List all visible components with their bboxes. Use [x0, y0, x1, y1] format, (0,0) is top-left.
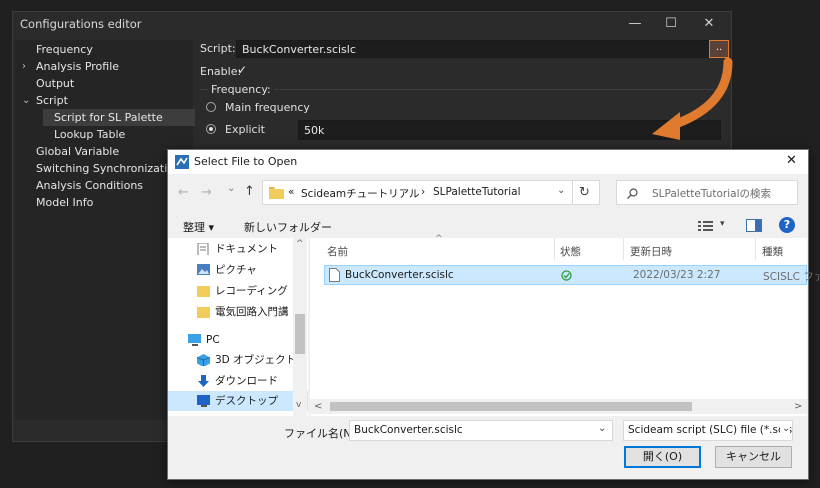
cancel-button[interactable]: キャンセル: [715, 446, 792, 468]
document-icon: [197, 243, 209, 255]
forward-button[interactable]: →: [201, 185, 212, 200]
folder-icon: [197, 307, 210, 318]
search-placeholder: SLPaletteTutorialの検索: [652, 188, 771, 200]
script-path-field[interactable]: BuckConverter.scislc: [236, 40, 710, 58]
breadcrumb-sl-palette-tutorial[interactable]: SLPaletteTutorial: [433, 186, 520, 198]
title-bar: Configurations editor — ☐ ✕: [13, 12, 731, 37]
tree-item-frequency[interactable]: Frequency: [36, 41, 93, 58]
script-label: Script:: [200, 42, 236, 55]
pc-icon: [188, 334, 201, 346]
frequency-group-label: Frequency:: [208, 83, 274, 96]
organize-menu[interactable]: 整理 ▾: [183, 219, 214, 235]
view-options-icon[interactable]: [698, 220, 714, 232]
breadcrumb-separator: ›: [421, 186, 426, 198]
window-title: Configurations editor: [20, 17, 142, 31]
nav-scrollbar[interactable]: ^ v: [293, 238, 307, 416]
address-divider: [572, 181, 573, 204]
annotation-arrow: [652, 57, 733, 140]
nav-scroll-thumb[interactable]: [295, 314, 305, 354]
preview-pane-icon[interactable]: [746, 219, 762, 232]
open-button[interactable]: 開く(O): [624, 446, 701, 468]
3d-objects-icon: [197, 354, 210, 366]
file-open-dialog: Select File to Open ✕ ← → ⌄ ↑ « Scideamチ…: [167, 149, 820, 480]
column-status[interactable]: 状態: [560, 244, 581, 259]
close-button[interactable]: ✕: [699, 16, 719, 32]
scroll-up-arrow[interactable]: ^: [296, 239, 304, 249]
col-divider: [554, 238, 555, 260]
main-frequency-radio[interactable]: [206, 102, 216, 112]
dialog-title-bar: Select File to Open ✕: [168, 150, 808, 174]
table-row[interactable]: BuckConverter.scislc 2022/03/23 2:27 SCI…: [324, 265, 820, 285]
dialog-title: Select File to Open: [194, 155, 298, 168]
column-name[interactable]: 名前: [327, 244, 348, 259]
folder-icon: [269, 187, 284, 199]
tree-item-lookup-table[interactable]: Lookup Table: [54, 126, 125, 143]
folder-icon: [197, 286, 210, 297]
enable-label: Enable:: [200, 65, 242, 78]
enable-checkbox[interactable]: ✓: [237, 63, 247, 77]
tree-item-analysis-profile[interactable]: › Analysis Profile: [22, 58, 119, 75]
scroll-right-arrow[interactable]: >: [794, 401, 802, 412]
tree-item-output[interactable]: Output: [36, 75, 74, 92]
address-dropdown-icon[interactable]: ⌄: [557, 185, 565, 196]
navigation-pane: ドキュメント ピクチャ レコーディング 電気回路入門講 PC 3D オブジェクト…: [168, 238, 308, 416]
filename-input[interactable]: BuckConverter.scislc ⌄: [349, 420, 613, 441]
file-name: BuckConverter.scislc: [345, 269, 454, 281]
arrow-head: [652, 112, 680, 140]
recent-locations-button[interactable]: ⌄: [227, 183, 235, 194]
tree-item-analysis-conditions[interactable]: Analysis Conditions: [36, 177, 143, 194]
search-box[interactable]: SLPaletteTutorialの検索: [616, 180, 798, 205]
explicit-radio[interactable]: [206, 124, 216, 134]
file-type: SCISLC ファ: [763, 271, 820, 283]
view-dropdown-icon[interactable]: ▾: [720, 219, 725, 229]
tree-item-script-for-sl-palette[interactable]: Script for SL Palette: [43, 109, 195, 126]
tree-item-switching-synchronization[interactable]: Switching Synchronization: [36, 160, 181, 177]
explicit-label: Explicit: [225, 123, 265, 136]
nav-item-desktop[interactable]: デスクトップ: [168, 391, 308, 411]
chevron-right-icon[interactable]: ›: [22, 58, 32, 75]
hscroll-thumb[interactable]: [330, 402, 692, 411]
column-date[interactable]: 更新日時: [630, 244, 672, 259]
maximize-button[interactable]: ☐: [661, 16, 681, 32]
sort-indicator: ^: [435, 234, 443, 244]
main-frequency-label: Main frequency: [225, 101, 310, 114]
new-folder-button[interactable]: 新しいフォルダー: [244, 219, 332, 235]
tree-item-global-variable[interactable]: Global Variable: [36, 143, 119, 160]
dialog-close-button[interactable]: ✕: [786, 153, 797, 168]
tree-item-model-info[interactable]: Model Info: [36, 194, 93, 211]
tree-item-script[interactable]: ⌄ Script: [22, 92, 68, 109]
search-icon: [627, 188, 638, 199]
address-bar[interactable]: « Scideamチュートリアル › SLPaletteTutorial ⌄ ↻: [262, 180, 600, 205]
app-icon: [175, 155, 189, 169]
breadcrumb-prefix[interactable]: «: [288, 186, 294, 198]
minimize-button[interactable]: —: [625, 16, 645, 32]
column-type[interactable]: 種類: [762, 244, 783, 259]
file-list-hscrollbar[interactable]: < >: [310, 399, 807, 414]
up-button[interactable]: ↑: [244, 184, 255, 199]
chevron-down-icon[interactable]: ⌄: [780, 423, 791, 434]
back-button[interactable]: ←: [178, 185, 189, 200]
breadcrumb-scideam-tutorial[interactable]: Scideamチュートリアル: [301, 186, 420, 201]
filetype-select[interactable]: Scideam script (SLC) file (*.scislc) ⌄: [623, 420, 793, 441]
help-button[interactable]: ?: [779, 217, 795, 233]
sync-ok-icon: [561, 270, 572, 281]
chevron-down-icon[interactable]: ⌄: [22, 92, 32, 109]
file-date: 2022/03/23 2:27: [633, 269, 721, 281]
refresh-icon[interactable]: ↻: [579, 185, 590, 200]
file-list: ^ 名前 状態 更新日時 種類 BuckConverter.scislc 202…: [310, 234, 820, 416]
file-icon: [329, 268, 340, 282]
picture-icon: [197, 264, 210, 275]
col-divider: [755, 238, 756, 260]
desktop-icon: [197, 395, 210, 407]
chevron-down-icon[interactable]: ⌄: [598, 423, 606, 434]
scroll-left-arrow[interactable]: <: [314, 401, 322, 412]
col-divider: [623, 238, 624, 260]
scroll-down-arrow[interactable]: v: [296, 400, 301, 410]
download-icon: [198, 375, 209, 387]
